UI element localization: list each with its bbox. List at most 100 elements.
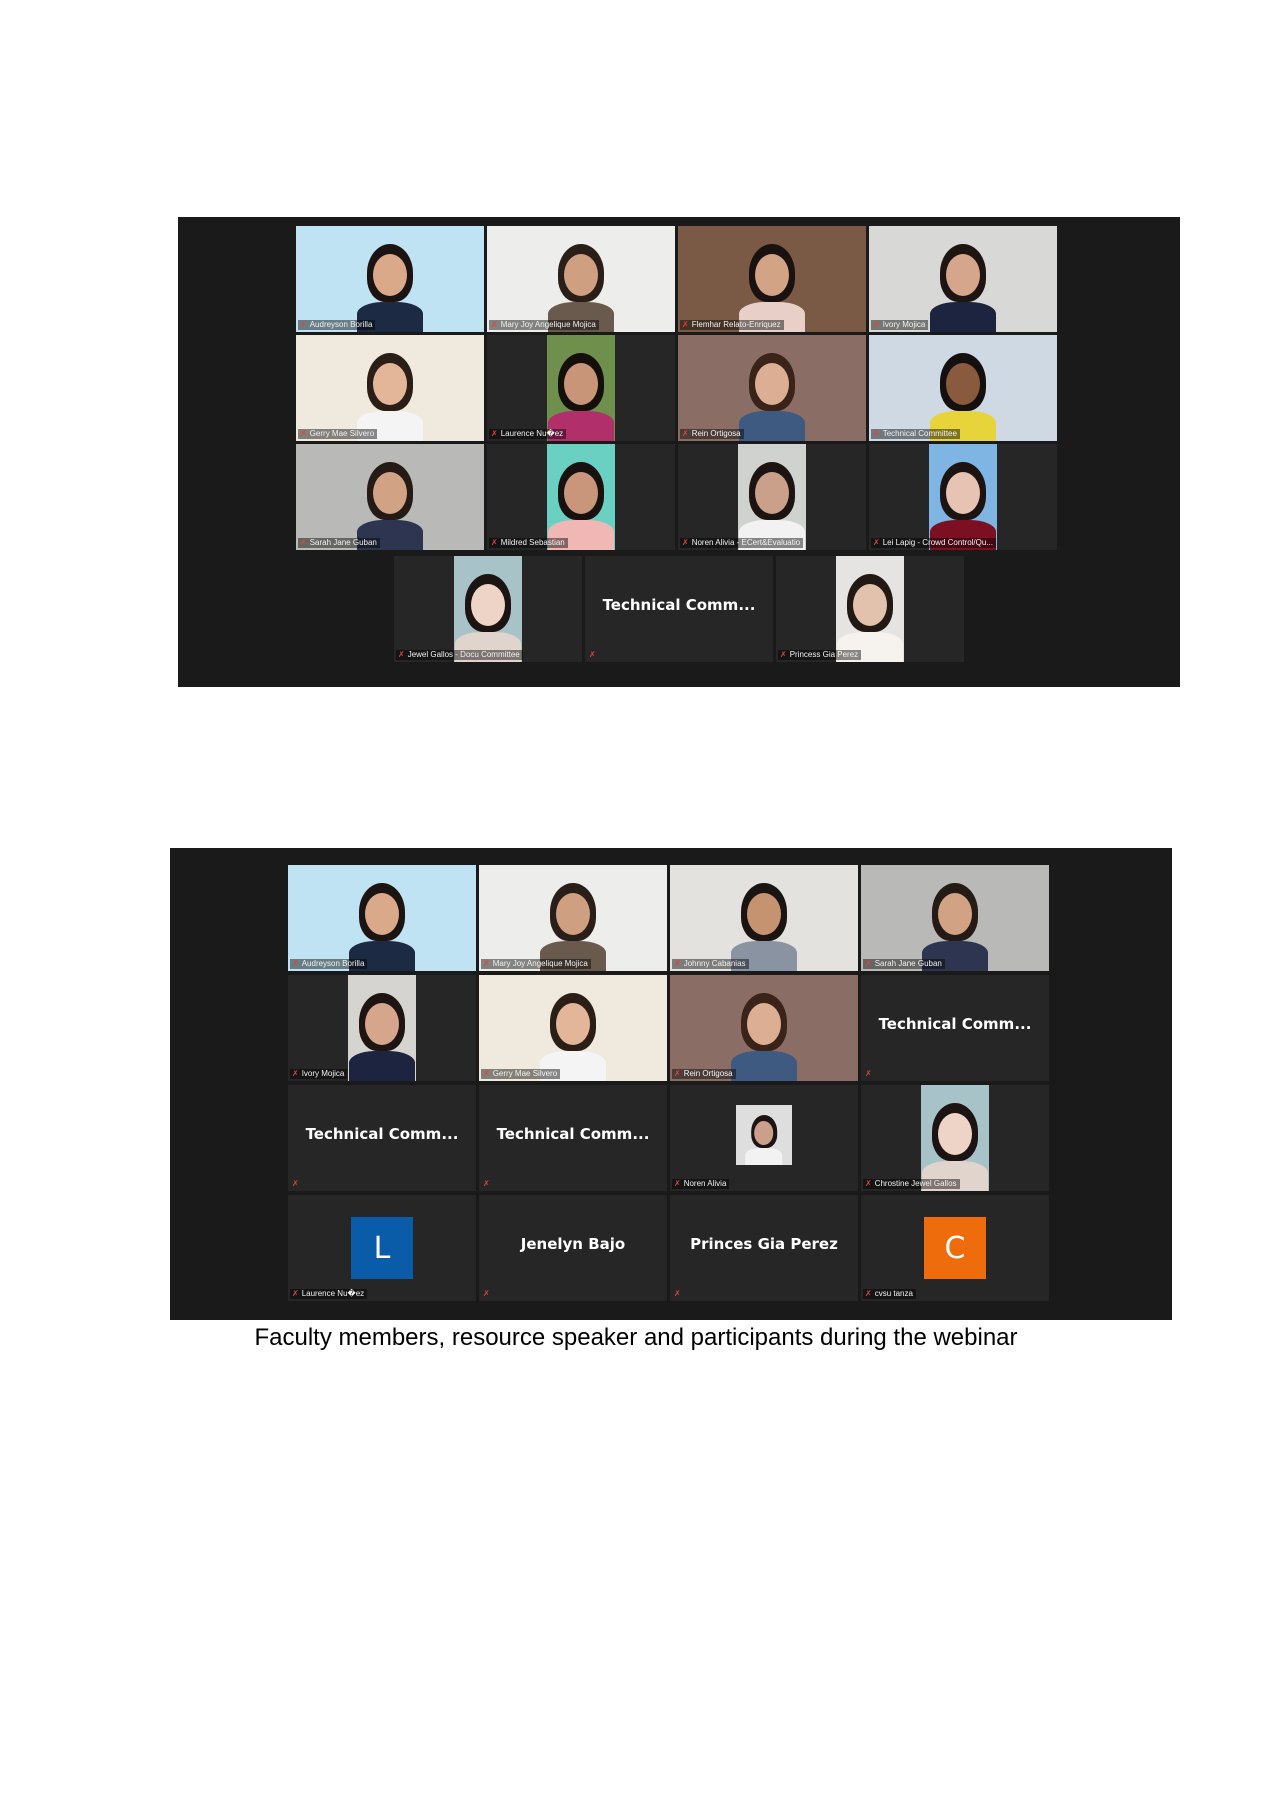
participant-name-label: ✗ xyxy=(481,1289,496,1299)
participant-tile[interactable]: ✗ Sarah Jane Guban xyxy=(861,865,1049,971)
participant-name-label: ✗ Sarah Jane Guban xyxy=(298,538,380,548)
person-figure xyxy=(737,226,807,332)
participant-grid-last-row: ✗ Jewel Gallos - Docu Committee Technical … xyxy=(394,556,964,662)
participant-video xyxy=(288,865,476,971)
participant-tile[interactable]: ✗ Gerry Mae Silvero xyxy=(479,975,667,1081)
participant-tile[interactable]: ✗ Audreyson Borilla xyxy=(288,865,476,971)
participant-name-label: ✗ Ivory Mojica xyxy=(871,320,929,330)
participant-name: Princess Gia Perez xyxy=(789,650,859,659)
shirt xyxy=(930,302,996,332)
participant-video xyxy=(454,556,522,662)
participant-name: Sarah Jane Guban xyxy=(874,959,942,968)
shirt xyxy=(731,1051,797,1081)
muted-mic-icon: ✗ xyxy=(292,1179,299,1188)
person-figure xyxy=(738,444,806,550)
participant-video xyxy=(929,444,997,550)
person-figure xyxy=(355,226,425,332)
face xyxy=(946,472,980,514)
muted-mic-icon: ✗ xyxy=(674,1179,681,1188)
participant-tile[interactable]: C ✗ cvsu tanza xyxy=(861,1195,1049,1301)
face xyxy=(747,893,781,935)
participant-tile[interactable]: Technical Comm... ✗ xyxy=(288,1085,476,1191)
participant-grid: ✗ Audreyson Borilla ✗ Mary Joy Angelique Mo… xyxy=(288,865,1052,1302)
participant-tile[interactable]: ✗ Noren Alivia - ECert&Evaluatio xyxy=(678,444,866,550)
face xyxy=(747,1003,781,1045)
participant-tile[interactable]: ✗ Mary Joy Angelique Mojica xyxy=(487,226,675,332)
muted-mic-icon: ✗ xyxy=(483,1069,490,1078)
muted-mic-icon: ✗ xyxy=(491,429,498,438)
participant-tile[interactable]: Technical Comm... ✗ xyxy=(585,556,773,662)
face xyxy=(556,893,590,935)
participant-video xyxy=(479,865,667,971)
muted-mic-icon: ✗ xyxy=(865,1289,872,1298)
participant-tile[interactable]: Princes Gia Perez ✗ xyxy=(670,1195,858,1301)
participant-tile[interactable]: ✗ Ivory Mojica xyxy=(869,226,1057,332)
participant-name: Rein Ortigosa xyxy=(683,1069,733,1078)
participant-name-label: ✗ xyxy=(481,1179,496,1189)
muted-mic-icon: ✗ xyxy=(292,1069,299,1078)
muted-mic-icon: ✗ xyxy=(491,320,498,329)
person-figure xyxy=(737,335,807,441)
person-figure xyxy=(547,335,615,441)
participant-tile[interactable]: ✗ Chrostine Jewel Gallos xyxy=(861,1085,1049,1191)
person-figure xyxy=(729,865,799,971)
participant-tile[interactable]: ✗ Laurence Nu�ez xyxy=(487,335,675,441)
participant-tile[interactable]: ✗ Ivory Mojica xyxy=(288,975,476,1081)
participant-tile[interactable]: ✗ Johnny Cabanias xyxy=(670,865,858,971)
participant-tile[interactable]: ✗ Mary Joy Angelique Mojica xyxy=(479,865,667,971)
participant-name: Audreyson Borilla xyxy=(301,959,365,968)
muted-mic-icon: ✗ xyxy=(865,959,872,968)
participant-tile[interactable]: ✗ Princess Gia Perez xyxy=(776,556,964,662)
face xyxy=(946,254,980,296)
participant-tile[interactable]: ✗ Sarah Jane Guban xyxy=(296,444,484,550)
participant-name-label: ✗ xyxy=(587,650,602,660)
participant-tile[interactable]: ✗ Mildred Sebastian xyxy=(487,444,675,550)
participant-name: Noren Alivia xyxy=(683,1179,727,1188)
face xyxy=(373,472,407,514)
participant-name: Ivory Mojica xyxy=(882,320,926,329)
muted-mic-icon: ✗ xyxy=(873,320,880,329)
participant-name-label: ✗ Laurence Nu�ez xyxy=(290,1289,368,1299)
participant-tile[interactable]: ✗ Audreyson Borilla xyxy=(296,226,484,332)
participant-name: Lei Lapig - Crowd Control/Qu... xyxy=(882,538,993,547)
muted-mic-icon: ✗ xyxy=(682,320,689,329)
participant-tile[interactable]: ✗ Rein Ortigosa xyxy=(670,975,858,1081)
participant-tile[interactable]: ✗ Lei Lapig - Crowd Control/Qu... xyxy=(869,444,1057,550)
person-figure xyxy=(355,444,425,550)
participant-tile[interactable]: Technical Comm... ✗ xyxy=(861,975,1049,1081)
shirt xyxy=(745,1148,783,1165)
person-figure xyxy=(546,226,616,332)
muted-mic-icon: ✗ xyxy=(682,429,689,438)
participant-tile[interactable]: ✗ Rein Ortigosa xyxy=(678,335,866,441)
participant-name-label: ✗ Noren Alivia - ECert&Evaluatio xyxy=(680,538,804,548)
participant-name-display: Princes Gia Perez xyxy=(690,1235,838,1253)
face xyxy=(365,1003,399,1045)
participant-name-label: ✗ Mary Joy Angelique Mojica xyxy=(481,959,591,969)
participant-tile[interactable]: ✗ Jewel Gallos - Docu Committee xyxy=(394,556,582,662)
participant-tile[interactable]: ✗ Gerry Mae Silvero xyxy=(296,335,484,441)
participant-tile[interactable]: ✗ Noren Alivia xyxy=(670,1085,858,1191)
participant-tile[interactable]: ✗ Flemhar Relato-Enriquez xyxy=(678,226,866,332)
participant-tile[interactable]: ✗ Technical Committee xyxy=(869,335,1057,441)
avatar: L xyxy=(351,1217,413,1279)
participant-name-label: ✗ Gerry Mae Silvero xyxy=(298,429,378,439)
participant-name: Rein Ortigosa xyxy=(691,429,741,438)
person-figure xyxy=(929,444,997,550)
participant-name: Mary Joy Angelique Mojica xyxy=(492,959,588,968)
participant-tile[interactable]: L ✗ Laurence Nu�ez xyxy=(288,1195,476,1301)
participant-name: Mary Joy Angelique Mojica xyxy=(500,320,596,329)
participant-tile[interactable]: Jenelyn Bajo ✗ xyxy=(479,1195,667,1301)
face xyxy=(755,363,789,405)
participant-name-display: Technical Comm... xyxy=(602,596,756,614)
participant-tile[interactable]: Technical Comm... ✗ xyxy=(479,1085,667,1191)
person-figure xyxy=(921,1085,989,1191)
participant-name-label: ✗ Flemhar Relato-Enriquez xyxy=(680,320,784,330)
participant-video xyxy=(296,444,484,550)
participant-name: Noren Alivia - ECert&Evaluatio xyxy=(691,538,801,547)
face xyxy=(755,472,789,514)
participant-video xyxy=(296,226,484,332)
muted-mic-icon: ✗ xyxy=(682,538,689,547)
participant-name: Chrostine Jewel Gallos xyxy=(874,1179,957,1188)
muted-mic-icon: ✗ xyxy=(674,1069,681,1078)
face xyxy=(471,584,505,626)
